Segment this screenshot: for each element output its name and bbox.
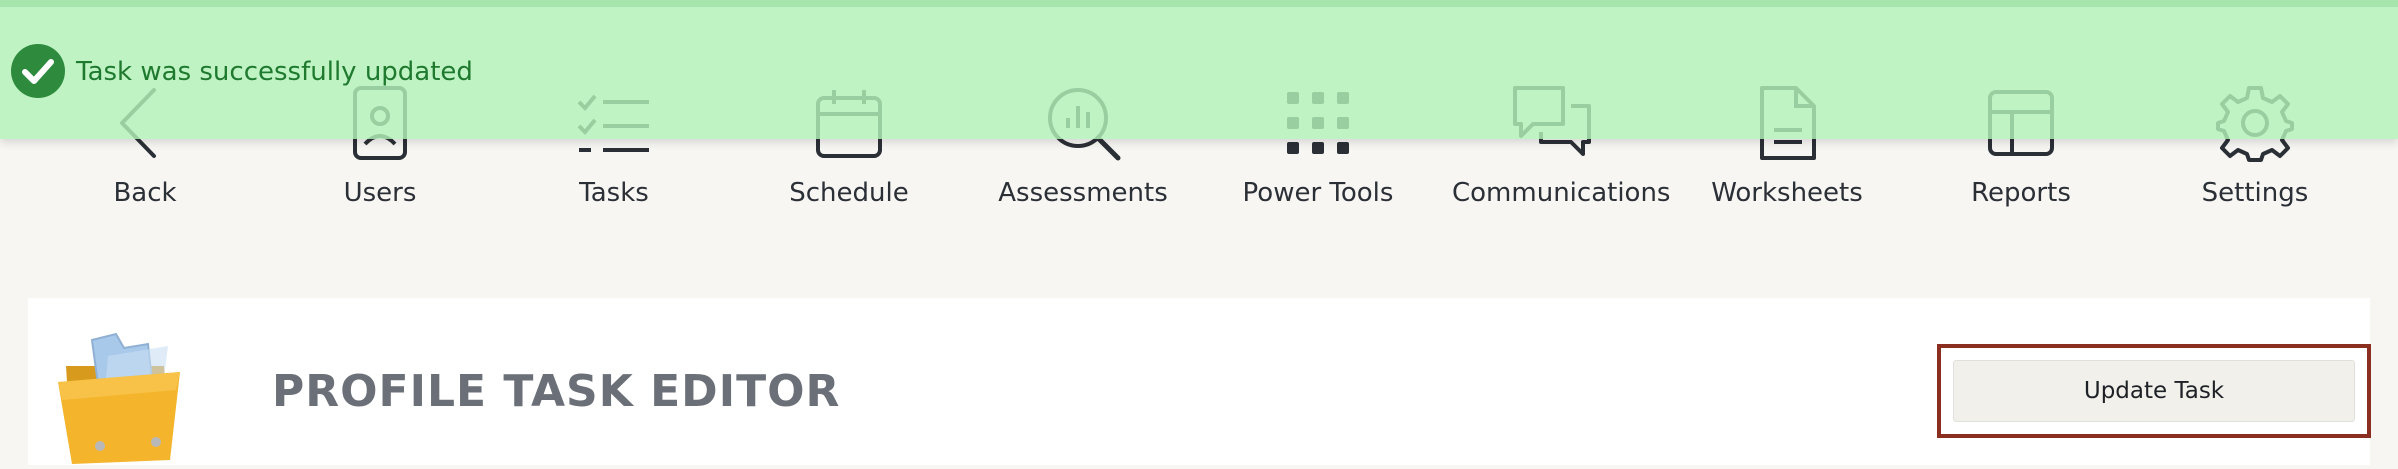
check-circle-icon — [10, 43, 66, 99]
page-title: PROFILE TASK EDITOR — [272, 366, 841, 417]
folder-icon — [52, 314, 202, 465]
nav-back-label: Back — [113, 178, 177, 208]
nav-users-label: Users — [343, 178, 417, 208]
editor-panel: PROFILE TASK EDITOR Update Task — [28, 298, 2371, 465]
nav-worksheets-label: Worksheets — [1711, 178, 1863, 208]
nav-power-tools-label: Power Tools — [1242, 178, 1394, 208]
update-task-button[interactable]: Update Task — [1953, 360, 2355, 422]
nav-schedule-label: Schedule — [789, 178, 909, 208]
nav-reports-label: Reports — [1971, 178, 2071, 208]
update-task-highlight: Update Task — [1937, 344, 2371, 438]
nav-communications-label: Communications — [1452, 178, 1671, 208]
success-toast[interactable]: Task was successfully updated — [0, 0, 2398, 139]
nav-tasks-label: Tasks — [579, 178, 649, 208]
toast-message: Task was successfully updated — [76, 57, 473, 87]
nav-assessments-label: Assessments — [998, 178, 1168, 208]
nav-settings-label: Settings — [2201, 178, 2309, 208]
